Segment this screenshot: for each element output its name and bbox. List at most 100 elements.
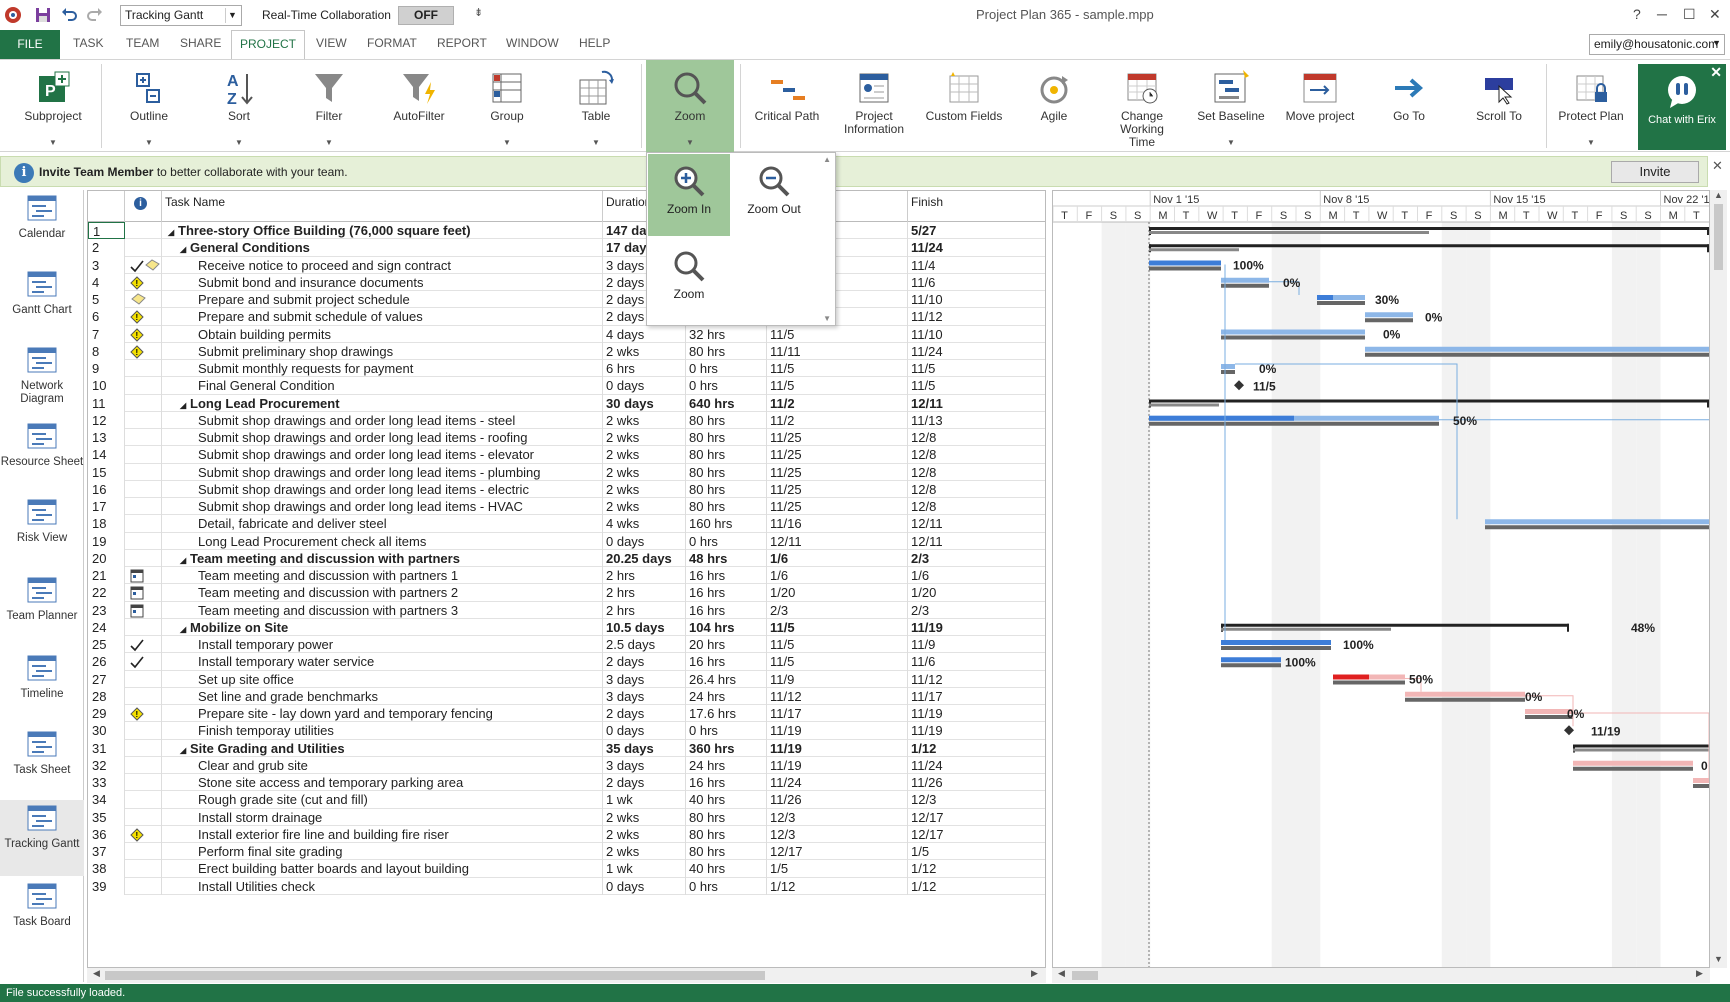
work-cell[interactable]: 0 hrs [686, 722, 767, 740]
collapse-triangle-icon[interactable]: ◢ [180, 397, 190, 412]
row-id[interactable]: 32 [88, 756, 125, 774]
outline-button[interactable]: Outline ▼ [110, 60, 188, 152]
task-name-cell[interactable]: Set line and grade benchmarks [162, 687, 603, 705]
table-row[interactable]: 19 Long Lead Procurement check all items 0… [88, 532, 1045, 550]
subproject-button[interactable]: P Subproject ▼ [14, 60, 92, 152]
move-project-button[interactable]: Move project [1277, 60, 1363, 152]
save-icon[interactable] [34, 6, 52, 24]
tab-share[interactable]: SHARE [180, 36, 221, 50]
duration-cell[interactable]: 10.5 days [603, 618, 686, 636]
redo-icon[interactable] [86, 6, 104, 24]
scroll-thumb[interactable] [1714, 204, 1723, 270]
duration-cell[interactable]: 2 days [603, 774, 686, 792]
row-id[interactable]: 29 [88, 705, 125, 723]
table-row[interactable]: 15 Submit shop drawings and order long le… [88, 463, 1045, 481]
row-id[interactable]: 12 [88, 411, 125, 429]
info-bold[interactable]: Invite Team Member [39, 165, 153, 179]
duration-cell[interactable]: 2 wks [603, 463, 686, 481]
work-cell[interactable]: 16 hrs [686, 601, 767, 619]
table-row[interactable]: 32 Clear and grub site 3 days 24 hrs 11/19 11… [88, 756, 1045, 774]
minimize-button[interactable]: ─ [1657, 6, 1667, 22]
table-row[interactable]: 4! Submit bond and insurance documents 2 d… [88, 273, 1045, 291]
scroll-left-icon[interactable]: ◀ [1058, 968, 1065, 979]
sidebar-item-tracking-gantt[interactable]: Tracking Gantt [0, 800, 84, 876]
work-cell[interactable]: 80 hrs [686, 446, 767, 464]
tab-task[interactable]: TASK [73, 36, 103, 50]
finish-cell[interactable]: 11/5 [908, 360, 1045, 377]
row-id[interactable]: 8 [88, 342, 125, 360]
row-id[interactable]: 9 [88, 360, 125, 378]
finish-cell[interactable]: 11/12 [908, 308, 1045, 325]
task-name-cell[interactable]: Prepare and submit schedule of values [162, 308, 603, 326]
sort-button[interactable]: AZ Sort ▼ [200, 60, 278, 152]
task-name-cell[interactable]: Submit shop drawings and order long lead… [162, 463, 603, 481]
row-id[interactable]: 25 [88, 636, 125, 654]
start-cell[interactable]: 11/25 [767, 446, 908, 464]
duration-cell[interactable]: 2 hrs [603, 601, 686, 619]
view-select[interactable]: Tracking Gantt ▼ [120, 5, 242, 26]
work-cell[interactable]: 32 hrs [686, 325, 767, 343]
task-name-cell[interactable]: Set up site office [162, 670, 603, 688]
work-cell[interactable]: 80 hrs [686, 498, 767, 516]
row-id[interactable]: 3 [88, 256, 125, 274]
duration-cell[interactable]: 0 days [603, 377, 686, 395]
table-row[interactable]: 7! Obtain building permits 4 days 32 hrs 11/… [88, 325, 1045, 343]
table-row[interactable]: 14 Submit shop drawings and order long le… [88, 446, 1045, 464]
task-name-cell[interactable]: ◢ General Conditions [162, 239, 603, 257]
finish-cell[interactable]: 2/3 [908, 602, 1045, 619]
finish-cell[interactable]: 11/24 [908, 757, 1045, 774]
sidebar-item-team-planner[interactable]: Team Planner [0, 572, 84, 648]
scroll-thumb[interactable] [1072, 971, 1098, 980]
task-name-cell[interactable]: Submit shop drawings and order long lead… [162, 411, 603, 429]
gantt-canvas[interactable]: Nov 1 '15 Nov 8 '15 Nov 15 '15 Nov 22 '15 T F… [1053, 191, 1710, 968]
scroll-up-icon[interactable]: ▲ [1714, 190, 1723, 200]
task-name-cell[interactable]: ◢ Three-story Office Building (76,000 squ… [162, 222, 603, 240]
work-cell[interactable]: 0 hrs [686, 360, 767, 378]
sidebar-item-gantt-chart[interactable]: Gantt Chart [0, 266, 84, 342]
close-icon[interactable]: ✕ [1712, 158, 1723, 174]
task-name-cell[interactable]: Clear and grub site [162, 756, 603, 774]
user-account-select[interactable]: emily@housatonic.com ▼ [1589, 34, 1725, 55]
start-cell[interactable]: 11/2 [767, 411, 908, 429]
task-name-cell[interactable]: Submit bond and insurance documents [162, 273, 603, 291]
start-cell[interactable]: 11/25 [767, 498, 908, 516]
work-cell[interactable]: 80 hrs [686, 411, 767, 429]
table-row[interactable]: 24 ◢ Mobilize on Site 10.5 days 104 hrs 11/5 1… [88, 618, 1045, 636]
row-id[interactable]: 2 [88, 239, 125, 257]
finish-cell[interactable]: 12/8 [908, 481, 1045, 498]
tab-team[interactable]: TEAM [126, 36, 159, 50]
tab-format[interactable]: FORMAT [367, 36, 417, 50]
row-id[interactable]: 6 [88, 308, 125, 326]
duration-cell[interactable]: 3 days [603, 687, 686, 705]
finish-cell[interactable]: 11/26 [908, 774, 1045, 791]
start-cell[interactable]: 11/9 [767, 670, 908, 688]
table-row[interactable]: 30 Finish temporay utilities 0 days 0 hrs 11… [88, 722, 1045, 740]
task-name-cell[interactable]: ◢ Mobilize on Site [162, 618, 603, 636]
sidebar-item-timeline[interactable]: Timeline [0, 650, 84, 726]
work-cell[interactable]: 20 hrs [686, 636, 767, 654]
sidebar-item-resource-sheet[interactable]: Resource Sheet [0, 418, 84, 494]
sidebar-item-task-sheet[interactable]: Task Sheet [0, 726, 84, 802]
task-name-cell[interactable]: Perform final site grading [162, 843, 603, 861]
row-id[interactable]: 23 [88, 601, 125, 619]
finish-cell[interactable]: 12/8 [908, 446, 1045, 463]
row-id[interactable]: 11 [88, 394, 125, 412]
task-name-cell[interactable]: Install Utilities check [162, 877, 603, 895]
finish-cell[interactable]: 11/24 [908, 343, 1045, 360]
task-name-cell[interactable]: Submit shop drawings and order long lead… [162, 498, 603, 516]
finish-cell[interactable]: 12/8 [908, 464, 1045, 481]
task-name-cell[interactable]: Submit shop drawings and order long lead… [162, 480, 603, 498]
start-cell[interactable]: 11/5 [767, 360, 908, 378]
duration-cell[interactable]: 20.25 days [603, 549, 686, 567]
work-cell[interactable]: 24 hrs [686, 756, 767, 774]
start-cell[interactable]: 11/17 [767, 705, 908, 723]
work-cell[interactable]: 160 hrs [686, 515, 767, 533]
finish-cell[interactable]: 11/6 [908, 653, 1045, 670]
work-cell[interactable]: 16 hrs [686, 584, 767, 602]
start-cell[interactable]: 11/12 [767, 687, 908, 705]
table-row[interactable]: 13 Submit shop drawings and order long le… [88, 429, 1045, 447]
table-row[interactable]: 20 ◢ Team meeting and discussion with part… [88, 549, 1045, 567]
task-name-cell[interactable]: Submit shop drawings and order long lead… [162, 446, 603, 464]
tab-window[interactable]: WINDOW [506, 36, 559, 50]
start-cell[interactable]: 11/26 [767, 791, 908, 809]
